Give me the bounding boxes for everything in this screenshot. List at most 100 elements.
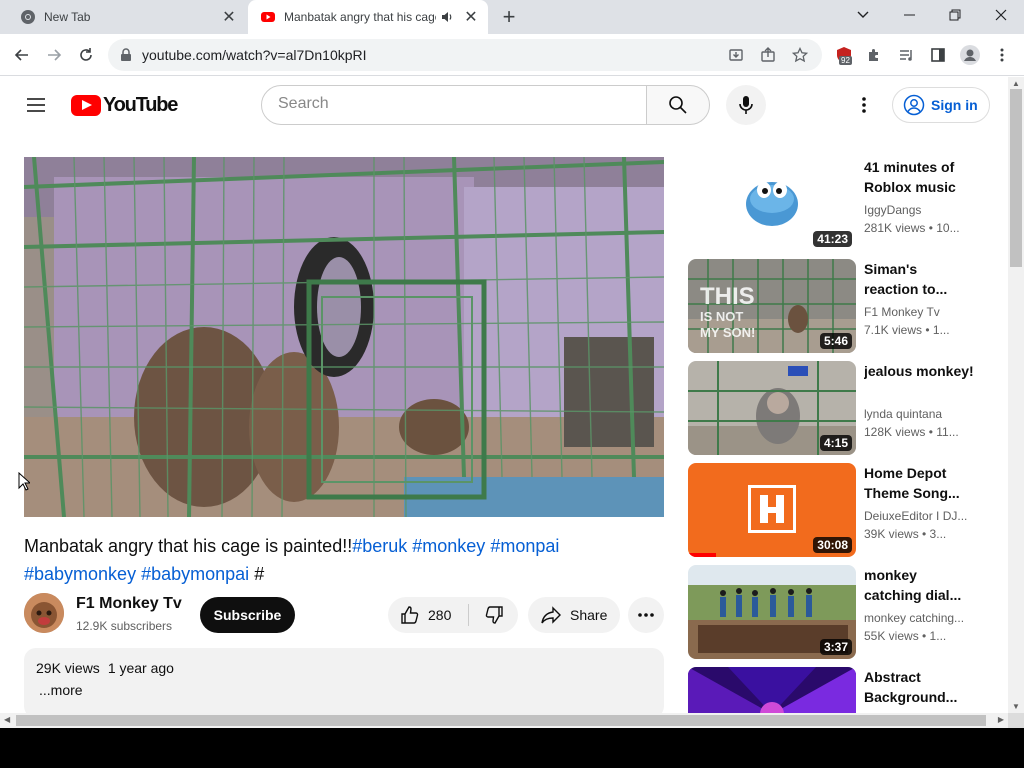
share-button[interactable]: Share	[528, 597, 620, 633]
recommended-video[interactable]: THIS IS NOT MY SON! 5:46 Siman's reaction …	[688, 259, 988, 353]
video-title[interactable]: Siman's reaction to...	[864, 259, 974, 299]
video-title[interactable]: Abstract Background...	[864, 667, 974, 707]
svg-text:THIS: THIS	[700, 283, 755, 310]
video-meta: 39K views • 3...	[864, 527, 947, 541]
close-tab-icon[interactable]: ✕	[220, 8, 238, 26]
settings-more-icon[interactable]	[852, 93, 876, 117]
account-icon	[903, 94, 925, 116]
tab-youtube-video[interactable]: Manbatak angry that his cage ✕	[248, 0, 488, 34]
scroll-left-arrow-icon[interactable]: ◀	[4, 715, 10, 724]
voice-search-button[interactable]	[726, 85, 766, 125]
svg-text:MY SON!: MY SON!	[700, 325, 755, 340]
tab-title: Manbatak angry that his cage	[284, 10, 436, 24]
hashtag-link[interactable]: #beruk	[352, 536, 407, 556]
youtube-icon	[261, 12, 275, 22]
video-title[interactable]: jealous monkey!	[864, 361, 974, 381]
more-actions-button[interactable]	[628, 597, 664, 633]
recommended-video[interactable]: 30:08 Home Depot Theme Song... DeiuxeEdi…	[688, 463, 988, 557]
svg-text:IS NOT: IS NOT	[700, 309, 743, 324]
logo-wordmark: YouTube	[103, 94, 178, 116]
chrome-menu-icon[interactable]	[990, 43, 1014, 67]
hashtag-link[interactable]: #	[254, 564, 264, 584]
video-meta: 128K views • 11...	[864, 425, 959, 439]
show-more-link[interactable]: ...more	[39, 682, 652, 698]
address-bar[interactable]: youtube.com/watch?v=al7Dn10kpRI	[108, 39, 822, 71]
like-button[interactable]: 280	[388, 597, 468, 633]
video-title-text: Manbatak angry that his cage is painted!…	[24, 536, 353, 556]
url-text[interactable]: youtube.com/watch?v=al7Dn10kpRI	[142, 47, 367, 63]
video-title[interactable]: 41 minutes of Roblox music	[864, 157, 974, 197]
new-tab-button[interactable]: +	[498, 6, 520, 29]
video-title: Manbatak angry that his cage is painted!…	[24, 532, 664, 588]
horizontal-scroll-thumb[interactable]	[16, 715, 986, 726]
video-player[interactable]	[24, 157, 664, 517]
extensions-puzzle-icon[interactable]	[862, 43, 886, 67]
tab-new-tab[interactable]: New Tab ✕	[8, 0, 246, 34]
side-panel-icon[interactable]	[926, 43, 950, 67]
close-window-button[interactable]	[978, 0, 1024, 30]
vertical-scroll-thumb[interactable]	[1010, 89, 1022, 267]
hashtag-link[interactable]: #babymonkey	[24, 564, 136, 584]
search-icon	[669, 96, 687, 114]
video-thumbnail[interactable]: 41:23	[688, 157, 856, 251]
vertical-scrollbar[interactable]: ▲ ▼	[1008, 77, 1024, 713]
youtube-logo[interactable]: YouTube	[71, 94, 178, 117]
video-title[interactable]: Home Depot Theme Song...	[864, 463, 974, 503]
video-thumbnail[interactable]: THIS IS NOT MY SON! 5:46	[688, 259, 856, 353]
hashtag-link[interactable]: #monpai	[490, 536, 559, 556]
extension-shield-icon[interactable]: 92	[832, 43, 856, 67]
video-duration: 30:08	[813, 537, 852, 553]
menu-hamburger-icon[interactable]	[24, 93, 48, 117]
lock-icon[interactable]	[120, 48, 132, 62]
video-thumbnail[interactable]	[688, 667, 856, 713]
channel-name[interactable]: IggyDangs	[864, 203, 974, 217]
search-input[interactable]	[278, 95, 628, 113]
hashtag-link[interactable]: #monkey	[412, 536, 485, 556]
recommended-video[interactable]: Abstract Background...	[688, 667, 988, 713]
recommended-video[interactable]: 3:37 monkey catching dial... monkey catc…	[688, 565, 988, 659]
subscribe-button[interactable]: Subscribe	[200, 597, 295, 633]
video-thumbnail[interactable]: 4:15	[688, 361, 856, 455]
scroll-down-arrow-icon[interactable]: ▼	[1012, 702, 1020, 711]
channel-name[interactable]: DeiuxeEditor I DJ...	[864, 509, 974, 523]
share-page-icon[interactable]	[756, 43, 780, 67]
restore-button[interactable]	[932, 0, 978, 30]
close-tab-icon[interactable]: ✕	[462, 8, 480, 26]
view-count: 29K views	[36, 660, 100, 676]
channel-name[interactable]: F1 Monkey Tv	[76, 595, 182, 613]
forward-button[interactable]	[42, 43, 66, 67]
scrollbar-corner	[1008, 713, 1024, 728]
recommended-video[interactable]: 4:15 jealous monkey! lynda quintana 128K…	[688, 361, 988, 455]
channel-avatar[interactable]	[24, 593, 64, 633]
dislike-button[interactable]	[470, 597, 518, 633]
profile-icon[interactable]	[958, 43, 982, 67]
video-frame-image	[24, 157, 664, 517]
search-button[interactable]	[646, 85, 710, 125]
hashtag-link[interactable]: #babymonpai	[141, 564, 249, 584]
description-box[interactable]: 29K views 1 year ago ...more	[24, 648, 664, 713]
back-button[interactable]	[10, 43, 34, 67]
chrome-icon	[21, 10, 35, 24]
video-title[interactable]: monkey catching dial...	[864, 565, 974, 605]
video-thumbnail[interactable]: 30:08	[688, 463, 856, 557]
video-meta: 7.1K views • 1...	[864, 323, 950, 337]
browser-window: New Tab ✕ Manbatak angry that his cage ✕…	[0, 0, 1024, 728]
video-thumbnail[interactable]: 3:37	[688, 565, 856, 659]
scroll-up-arrow-icon[interactable]: ▲	[1012, 79, 1020, 88]
bookmark-star-icon[interactable]	[788, 43, 812, 67]
recommended-video[interactable]: 41:23 41 minutes of Roblox music IggyDan…	[688, 157, 988, 251]
channel-name[interactable]: F1 Monkey Tv	[864, 305, 974, 319]
reload-button[interactable]	[74, 43, 98, 67]
channel-name[interactable]: lynda quintana	[864, 407, 974, 421]
minimize-button[interactable]	[886, 0, 932, 30]
video-duration: 3:37	[819, 639, 852, 655]
scroll-right-arrow-icon[interactable]: ▶	[998, 715, 1004, 724]
search-box[interactable]	[261, 85, 647, 125]
sign-in-button[interactable]: Sign in	[892, 87, 990, 123]
install-app-icon[interactable]	[724, 43, 748, 67]
channel-name[interactable]: monkey catching...	[864, 611, 974, 625]
speaker-icon[interactable]	[440, 10, 454, 24]
media-control-icon[interactable]	[894, 43, 918, 67]
horizontal-scrollbar[interactable]: ◀ ▶	[0, 713, 1008, 728]
tab-search-icon[interactable]	[840, 0, 886, 30]
